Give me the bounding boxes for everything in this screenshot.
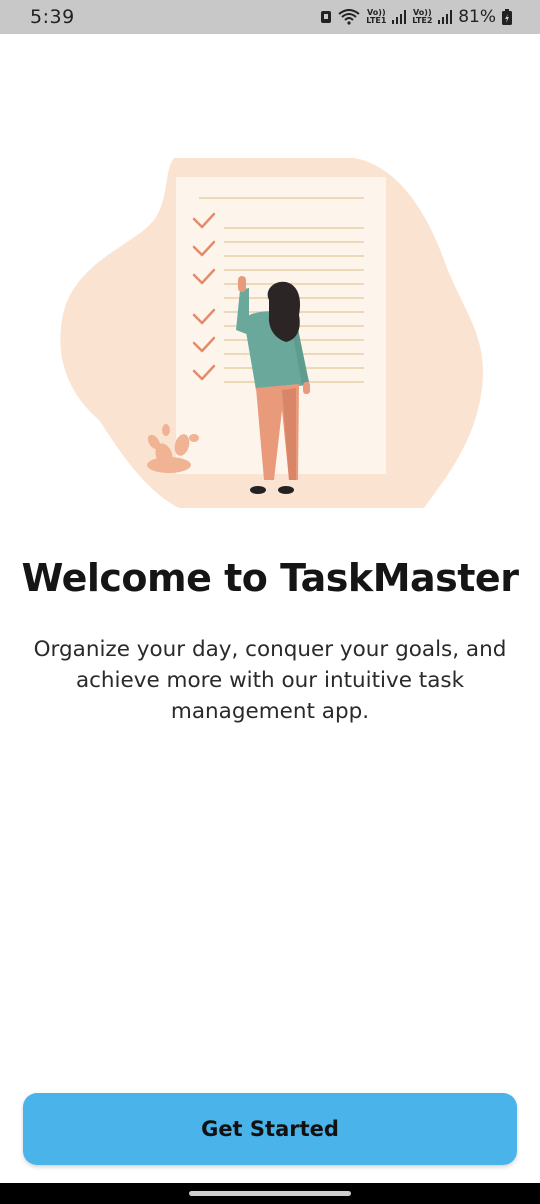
get-started-button[interactable]: Get Started <box>23 1093 517 1165</box>
todo-checklist-illustration <box>60 158 484 508</box>
status-icons: Vo)) LTE1 Vo)) LTE2 81% <box>320 5 512 29</box>
battery-percent: 81% <box>458 7 496 27</box>
sim1-volte-label: Vo)) LTE1 <box>366 8 387 25</box>
wifi-icon <box>338 9 360 25</box>
battery-icon <box>502 9 512 25</box>
home-gesture-handle[interactable] <box>189 1191 351 1196</box>
sim2-volte-label: Vo)) LTE2 <box>412 8 433 25</box>
system-nav-bar <box>0 1183 540 1204</box>
status-bar: 5:39 Vo)) LTE1 Vo)) LTE2 81% <box>0 0 540 34</box>
signal-icon <box>438 10 453 24</box>
signal-icon <box>392 10 407 24</box>
notification-icon <box>320 10 332 24</box>
status-time: 5:39 <box>30 6 75 28</box>
welcome-title: Welcome to TaskMaster <box>21 556 519 600</box>
welcome-subtitle: Organize your day, conquer your goals, a… <box>33 637 507 724</box>
